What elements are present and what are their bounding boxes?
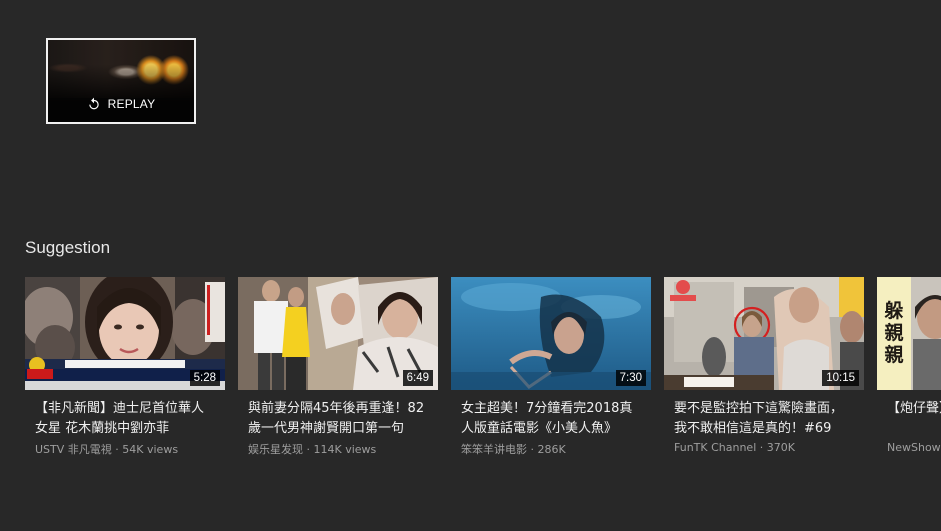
video-views: 370K — [766, 441, 795, 454]
video-card-1[interactable]: 5:28 【非凡新聞】迪士尼首位華人女星 花木蘭挑中劉亦菲 USTV 非凡電視 … — [25, 277, 225, 457]
video-views: 54K views — [122, 443, 179, 456]
replay-icon — [88, 97, 99, 110]
video-channel: USTV 非凡電視 — [35, 443, 112, 456]
video-duration: 7:30 — [615, 370, 646, 386]
thumbnail-caption: 親 — [884, 321, 903, 344]
video-meta: 笨笨羊讲电影 · 286K — [461, 443, 566, 456]
video-channel: 娱乐星发现 — [248, 443, 303, 456]
suggestion-row: 5:28 【非凡新聞】迪士尼首位華人女星 花木蘭挑中劉亦菲 USTV 非凡電視 … — [25, 277, 941, 467]
video-title: 女主超美！7分鐘看完2018真人版童話電影《小美人魚》 — [461, 401, 633, 436]
video-meta: USTV 非凡電視 · 54K views — [35, 443, 179, 456]
thumbnail-image: 躲 親 親 — [877, 277, 941, 390]
video-card-2[interactable]: 6:49 與前妻分隔45年後再重逢！82歲一代男神謝賢開口第一句 娱乐星发现 ·… — [238, 277, 438, 457]
video-card-3[interactable]: 7:30 女主超美！7分鐘看完2018真人版童話電影《小美人魚》 笨笨羊讲电影 … — [451, 277, 651, 457]
video-duration: 5:28 — [189, 370, 220, 386]
video-title: 【炮仔聲】 生子！添 — [887, 401, 941, 416]
video-thumbnail: 7:30 — [451, 277, 651, 390]
video-meta: NewShowBiz — [877, 441, 941, 454]
video-card-5[interactable]: 躲 親 親 【炮仔聲】 生子！添 NewShowBiz — [877, 277, 941, 454]
tv-screen: REPLAY Suggestion 5:28 【非凡新聞】迪士尼首位華人女星 花… — [0, 0, 941, 531]
video-views: 114K views — [313, 443, 377, 456]
video-channel: 笨笨羊讲电影 — [461, 443, 527, 456]
video-card-4[interactable]: 10:15 要不是監控拍下這驚險畫面，我不敢相信這是真的！#69 FunTK C… — [664, 277, 864, 454]
video-thumbnail: 躲 親 親 — [877, 277, 941, 390]
video-title: 要不是監控拍下這驚險畫面，我不敢相信這是真的！#69 — [674, 401, 844, 436]
replay-label-row: REPLAY — [48, 97, 194, 111]
video-duration: 6:49 — [402, 370, 433, 386]
replay-label: REPLAY — [107, 97, 156, 111]
video-thumbnail: 10:15 — [664, 277, 864, 390]
video-thumbnail: 6:49 — [238, 277, 438, 390]
video-title: 與前妻分隔45年後再重逢！82歲一代男神謝賢開口第一句 — [248, 401, 425, 436]
video-views: 286K — [537, 443, 566, 456]
video-thumbnail: 5:28 — [25, 277, 225, 390]
video-channel: FunTK Channel — [674, 441, 757, 454]
thumbnail-caption: 躲 — [884, 299, 903, 322]
video-duration: 10:15 — [822, 370, 859, 386]
video-channel: NewShowBiz — [887, 441, 941, 454]
replay-button[interactable]: REPLAY — [46, 38, 196, 124]
thumbnail-caption: 親 — [884, 343, 903, 366]
video-title: 【非凡新聞】迪士尼首位華人女星 花木蘭挑中劉亦菲 — [35, 401, 205, 436]
video-meta: 娱乐星发现 · 114K views — [248, 443, 377, 456]
video-meta: FunTK Channel · 370K — [674, 441, 795, 454]
suggestion-heading: Suggestion — [25, 238, 111, 257]
